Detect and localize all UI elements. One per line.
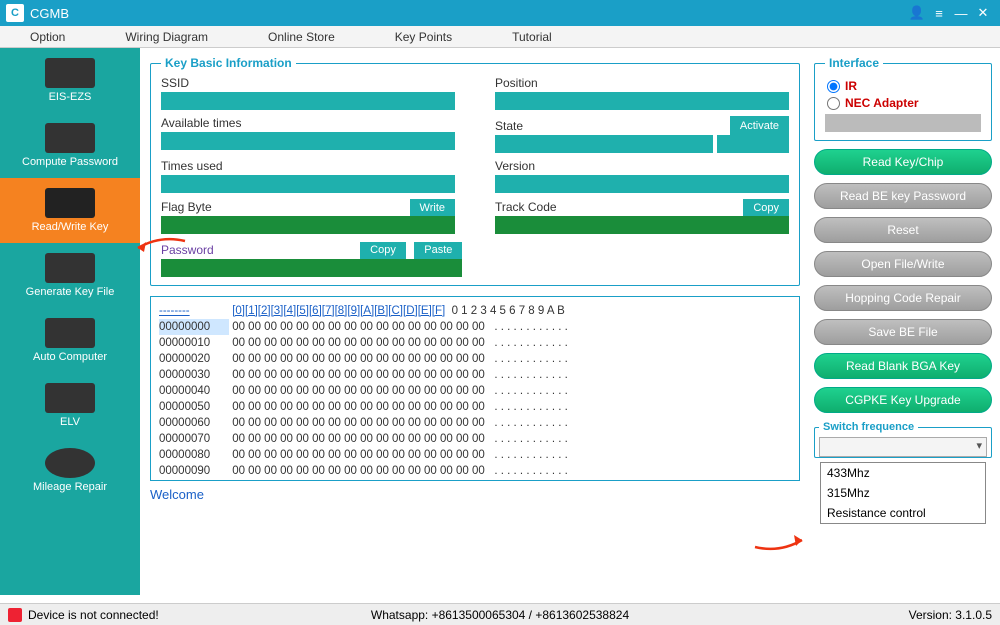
sidebar-label: Mileage Repair: [33, 481, 107, 493]
ir-radio[interactable]: [827, 80, 840, 93]
sidebar-label: Read/Write Key: [32, 221, 109, 233]
save-be-file-button[interactable]: Save BE File: [814, 319, 992, 345]
hex-viewer[interactable]: -------- [0][1][2][3][4][5][6][7][8][9][…: [150, 296, 800, 481]
sidebar-label: ELV: [60, 416, 80, 428]
menu-bar: Option Wiring Diagram Online Store Key P…: [0, 26, 1000, 48]
sidebar-item-elv[interactable]: ELV: [0, 373, 140, 438]
right-panel: Interface IR NEC Adapter Read Key/Chip R…: [810, 48, 1000, 595]
times-used-label: Times used: [161, 159, 455, 173]
available-times-label: Available times: [161, 116, 455, 130]
sidebar-label: Generate Key File: [26, 286, 115, 298]
password-field[interactable]: [161, 259, 462, 277]
flag-byte-label: Flag Byte: [161, 200, 212, 214]
freq-option-433[interactable]: 433Mhz: [821, 463, 985, 483]
version-label: Version: 3.1.0.5: [909, 608, 992, 622]
read-be-password-button[interactable]: Read BE key Password: [814, 183, 992, 209]
sidebar-item-eis-ezs[interactable]: EIS-EZS: [0, 48, 140, 113]
connection-status: Device is not connected!: [28, 608, 159, 622]
position-field[interactable]: [495, 92, 789, 110]
frequence-dropdown: 433Mhz 315Mhz Resistance control: [820, 462, 986, 524]
key-basic-legend: Key Basic Information: [161, 56, 296, 70]
eis-ezs-icon: [45, 58, 95, 88]
sidebar-item-generate-key-file[interactable]: Generate Key File: [0, 243, 140, 308]
status-bar: Device is not connected! Whatsapp: +8613…: [0, 603, 1000, 625]
switch-frequence-legend: Switch frequence: [819, 421, 918, 433]
read-blank-bga-button[interactable]: Read Blank BGA Key: [814, 353, 992, 379]
copy-track-button[interactable]: Copy: [743, 199, 789, 216]
activate-button[interactable]: Activate: [730, 116, 789, 135]
state-label: State: [495, 119, 523, 133]
menu-key-points[interactable]: Key Points: [395, 30, 452, 44]
interface-group: Interface IR NEC Adapter: [814, 56, 992, 141]
frequence-combobox[interactable]: 433Mhz 315Mhz Resistance control: [819, 437, 987, 457]
user-icon[interactable]: 👤: [906, 5, 928, 21]
sidebar-item-mileage-repair[interactable]: Mileage Repair: [0, 438, 140, 503]
sidebar-label: Compute Password: [22, 156, 118, 168]
paste-password-button[interactable]: Paste: [414, 242, 462, 259]
menu-icon[interactable]: ≡: [928, 6, 950, 21]
app-logo-icon: C: [6, 4, 24, 22]
copy-password-button[interactable]: Copy: [360, 242, 406, 259]
sidebar-label: EIS-EZS: [49, 91, 92, 103]
ssid-field[interactable]: [161, 92, 455, 110]
interface-status-box: [825, 114, 981, 132]
sidebar-label: Auto Computer: [33, 351, 107, 363]
cgpke-upgrade-button[interactable]: CGPKE Key Upgrade: [814, 387, 992, 413]
state-field[interactable]: [495, 135, 713, 153]
password-label: Password: [161, 243, 214, 257]
auto-computer-icon: [45, 318, 95, 348]
generate-key-icon: [45, 253, 95, 283]
menu-wiring-diagram[interactable]: Wiring Diagram: [125, 30, 208, 44]
read-key-chip-button[interactable]: Read Key/Chip: [814, 149, 992, 175]
version-label: Version: [495, 159, 789, 173]
disconnected-icon: [8, 608, 22, 622]
elv-icon: [45, 383, 95, 413]
menu-online-store[interactable]: Online Store: [268, 30, 335, 44]
key-basic-information-group: Key Basic Information SSID Position Avai…: [150, 56, 800, 286]
track-code-label: Track Code: [495, 200, 557, 214]
interface-legend: Interface: [825, 56, 883, 70]
position-label: Position: [495, 76, 789, 90]
ir-label: IR: [845, 79, 857, 93]
mileage-icon: [45, 448, 95, 478]
minimize-button[interactable]: —: [950, 6, 972, 21]
title-bar: C CGMB 👤 ≡ — ✕: [0, 0, 1000, 26]
sidebar-item-read-write-key[interactable]: Read/Write Key: [0, 178, 140, 243]
reset-button[interactable]: Reset: [814, 217, 992, 243]
track-code-field[interactable]: [495, 216, 789, 234]
menu-option[interactable]: Option: [30, 30, 65, 44]
sidebar-item-auto-computer[interactable]: Auto Computer: [0, 308, 140, 373]
flag-byte-field[interactable]: [161, 216, 455, 234]
contact-info: Whatsapp: +8613500065304 / +861360253882…: [371, 608, 629, 622]
write-button[interactable]: Write: [410, 199, 455, 216]
close-button[interactable]: ✕: [972, 5, 994, 21]
sidebar-item-compute-password[interactable]: Compute Password: [0, 113, 140, 178]
times-used-field[interactable]: [161, 175, 455, 193]
freq-option-resistance[interactable]: Resistance control: [821, 503, 985, 523]
key-icon: [45, 188, 95, 218]
sidebar: EIS-EZS Compute Password Read/Write Key …: [0, 48, 140, 595]
menu-tutorial[interactable]: Tutorial: [512, 30, 552, 44]
state-field-2[interactable]: [717, 135, 790, 153]
switch-frequence-group: Switch frequence 433Mhz 315Mhz Resistanc…: [814, 421, 992, 458]
available-times-field[interactable]: [161, 132, 455, 150]
welcome-text: Welcome: [150, 487, 800, 502]
ssid-label: SSID: [161, 76, 455, 90]
content-area: Key Basic Information SSID Position Avai…: [140, 48, 810, 595]
nec-label: NEC Adapter: [845, 96, 919, 110]
freq-option-315[interactable]: 315Mhz: [821, 483, 985, 503]
version-field[interactable]: [495, 175, 789, 193]
nec-radio[interactable]: [827, 97, 840, 110]
compute-password-icon: [45, 123, 95, 153]
hopping-code-repair-button[interactable]: Hopping Code Repair: [814, 285, 992, 311]
app-title: CGMB: [30, 6, 69, 21]
open-file-write-button[interactable]: Open File/Write: [814, 251, 992, 277]
